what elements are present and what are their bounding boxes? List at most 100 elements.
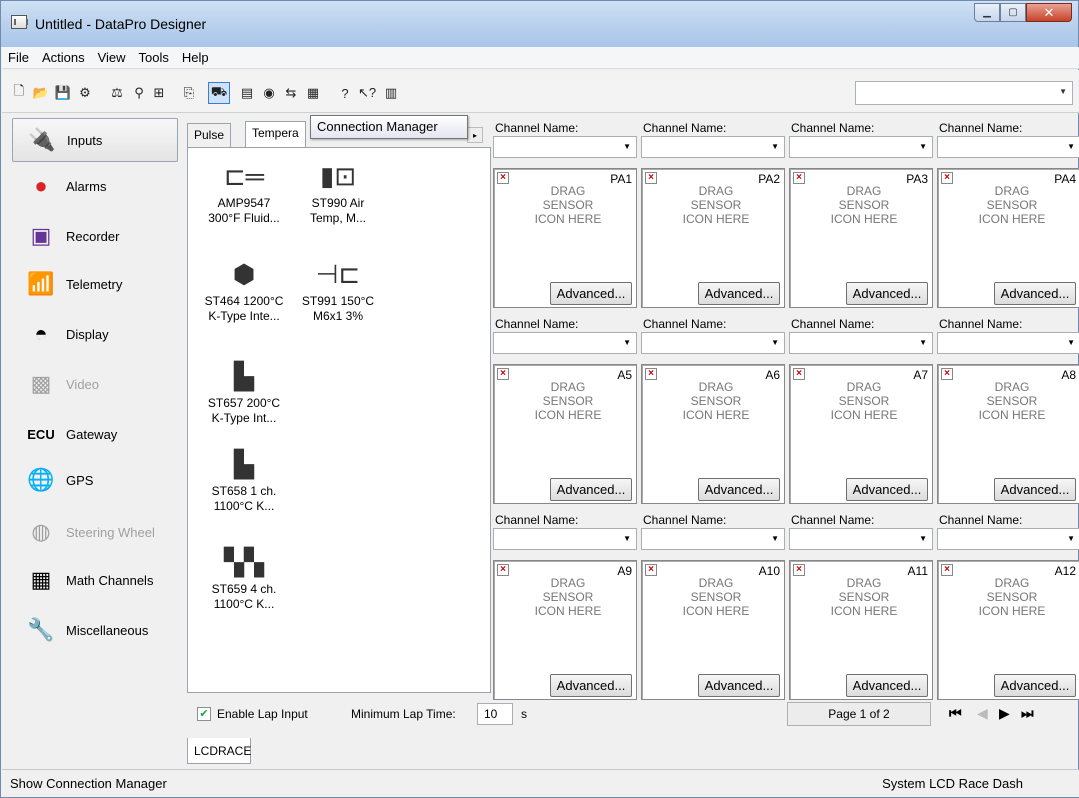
new-file-icon[interactable]: 🗋	[10, 83, 28, 102]
menu-view[interactable]: View	[98, 50, 126, 65]
sensor-drop-zone[interactable]: × A11 DRAG SENSOR ICON HERE Advanced...	[789, 560, 933, 700]
sensor-drop-zone[interactable]: × PA4 DRAG SENSOR ICON HERE Advanced...	[937, 168, 1079, 308]
remove-icon[interactable]: ×	[793, 368, 805, 380]
remove-icon[interactable]: ×	[497, 172, 509, 184]
channel-name-dropdown[interactable]	[937, 332, 1079, 354]
channel-name-dropdown[interactable]	[641, 528, 785, 550]
sidebar-item-miscellaneous[interactable]: 🔧 Miscellaneous	[12, 608, 178, 652]
sensor-item[interactable]: ⊣⊏ ST991 150°C M6x1 3%	[284, 254, 392, 324]
menu-actions[interactable]: Actions	[42, 50, 85, 65]
sensor-drop-zone[interactable]: × PA2 DRAG SENSOR ICON HERE Advanced...	[641, 168, 785, 308]
remove-icon[interactable]: ×	[497, 564, 509, 576]
network-icon[interactable]: ⊞	[150, 84, 168, 102]
advanced-button[interactable]: Advanced...	[550, 282, 632, 305]
sidebar-item-telemetry[interactable]: 📶 Telemetry	[12, 262, 178, 306]
properties-icon[interactable]: ⚙	[76, 84, 94, 102]
maximize-button[interactable]: ▢	[1000, 3, 1026, 22]
sensor-drop-zone[interactable]: × A10 DRAG SENSOR ICON HERE Advanced...	[641, 560, 785, 700]
pinout-icon[interactable]: ▥	[382, 84, 400, 102]
sidebar-item-gateway[interactable]: ECU Gateway	[12, 412, 178, 456]
channel-name-dropdown[interactable]	[493, 332, 637, 354]
tab-pulse[interactable]: Pulse	[187, 123, 232, 147]
sensor-drop-zone[interactable]: × A12 DRAG SENSOR ICON HERE Advanced...	[937, 560, 1079, 700]
remove-icon[interactable]: ×	[793, 172, 805, 184]
sidebar-item-alarms[interactable]: ● Alarms	[12, 164, 178, 208]
tab-scroll-right-icon[interactable]: ▸	[467, 127, 483, 143]
ecu-icon[interactable]: ▦	[304, 84, 322, 102]
advanced-button[interactable]: Advanced...	[994, 674, 1076, 697]
context-help-icon[interactable]: ↖?	[358, 84, 376, 102]
sidebar-item-inputs[interactable]: 🔌 Inputs	[12, 118, 178, 162]
channels-icon[interactable]: ⚖	[108, 84, 126, 102]
remove-icon[interactable]: ×	[645, 564, 657, 576]
channel-name-dropdown[interactable]	[641, 136, 785, 158]
first-page-icon[interactable]: ⏮	[949, 705, 962, 722]
tab-lcdrace[interactable]: LCDRACE	[187, 738, 251, 764]
menu-help[interactable]: Help	[182, 50, 209, 65]
minimize-button[interactable]: ▁	[974, 3, 1000, 22]
sensor-drop-zone[interactable]: × A5 DRAG SENSOR ICON HERE Advanced...	[493, 364, 637, 504]
sensor-drop-zone[interactable]: × PA3 DRAG SENSOR ICON HERE Advanced...	[789, 168, 933, 308]
remove-icon[interactable]: ×	[645, 368, 657, 380]
advanced-button[interactable]: Advanced...	[846, 674, 928, 697]
advanced-button[interactable]: Advanced...	[698, 282, 780, 305]
advanced-button[interactable]: Advanced...	[846, 282, 928, 305]
remove-icon[interactable]: ×	[793, 564, 805, 576]
sensor-item[interactable]: ⬢ ST464 1200°C K-Type Inte...	[190, 254, 298, 324]
settings-sheet-icon[interactable]: ⎘	[180, 84, 198, 102]
sidebar-item-recorder[interactable]: ▣ Recorder	[12, 214, 178, 258]
advanced-button[interactable]: Advanced...	[698, 674, 780, 697]
min-lap-time-input[interactable]: 10	[477, 703, 513, 725]
advanced-button[interactable]: Advanced...	[550, 478, 632, 501]
remove-icon[interactable]: ×	[941, 564, 953, 576]
open-folder-icon[interactable]: 📂	[32, 84, 50, 102]
sensor-icon[interactable]: ⚲	[130, 84, 148, 102]
sidebar-item-gps[interactable]: 🌐 GPS	[12, 458, 178, 502]
remove-icon[interactable]: ×	[497, 368, 509, 380]
sensor-item[interactable]: ⊏═ AMP9547 300°F Fluid...	[190, 156, 298, 226]
toolbar-dropdown[interactable]	[855, 81, 1073, 105]
sensor-drop-zone[interactable]: × A7 DRAG SENSOR ICON HERE Advanced...	[789, 364, 933, 504]
tab-temperature[interactable]: Tempera	[245, 121, 306, 147]
defaults-icon[interactable]: ◉	[260, 84, 278, 102]
menu-tools[interactable]: Tools	[139, 50, 169, 65]
save-icon[interactable]: 💾	[54, 84, 72, 102]
channel-name-dropdown[interactable]	[937, 528, 1079, 550]
advanced-button[interactable]: Advanced...	[846, 478, 928, 501]
sensor-item[interactable]: ▙ ST658 1 ch. 1100°C K...	[190, 444, 298, 514]
sensor-drop-zone[interactable]: × A6 DRAG SENSOR ICON HERE Advanced...	[641, 364, 785, 504]
sidebar-item-display[interactable]: ◓ Display	[12, 312, 178, 356]
report-icon[interactable]: ▤	[238, 84, 256, 102]
enable-lap-checkbox[interactable]: ✔	[197, 707, 211, 721]
advanced-button[interactable]: Advanced...	[994, 282, 1076, 305]
channel-name-dropdown[interactable]	[493, 528, 637, 550]
help-icon[interactable]: ?	[336, 84, 354, 102]
sensor-drop-zone[interactable]: × A9 DRAG SENSOR ICON HERE Advanced...	[493, 560, 637, 700]
channel-name-dropdown[interactable]	[789, 332, 933, 354]
remove-icon[interactable]: ×	[645, 172, 657, 184]
channel-name-dropdown[interactable]	[641, 332, 785, 354]
sensor-drop-zone[interactable]: × A8 DRAG SENSOR ICON HERE Advanced...	[937, 364, 1079, 504]
remove-icon[interactable]: ×	[941, 172, 953, 184]
menu-file[interactable]: File	[8, 50, 29, 65]
channel-name-dropdown[interactable]	[789, 136, 933, 158]
sidebar-item-video[interactable]: ▩ Video	[12, 362, 178, 406]
channel-name-dropdown[interactable]	[937, 136, 1079, 158]
sensor-drop-zone[interactable]: × PA1 DRAG SENSOR ICON HERE Advanced...	[493, 168, 637, 308]
sensor-item[interactable]: ▙ ST657 200°C K-Type Int...	[190, 356, 298, 426]
sensor-item[interactable]: ▮⊡ ST990 Air Temp, M...	[284, 156, 392, 226]
channel-name-dropdown[interactable]	[493, 136, 637, 158]
close-button[interactable]: ✕	[1026, 3, 1072, 22]
remove-icon[interactable]: ×	[941, 368, 953, 380]
sidebar-item-steering-wheel[interactable]: ◍ Steering Wheel	[12, 510, 178, 554]
prev-page-icon[interactable]: ◀	[977, 705, 988, 722]
connection-manager-icon[interactable]: ⛟	[208, 82, 230, 104]
advanced-button[interactable]: Advanced...	[550, 674, 632, 697]
sidebar-item-math-channels[interactable]: ▦ Math Channels	[12, 558, 178, 602]
last-page-icon[interactable]: ⏭	[1021, 705, 1034, 722]
sensor-item[interactable]: ▚▚ ST659 4 ch. 1100°C K...	[190, 542, 298, 612]
advanced-button[interactable]: Advanced...	[994, 478, 1076, 501]
advanced-button[interactable]: Advanced...	[698, 478, 780, 501]
next-page-icon[interactable]: ▶	[999, 705, 1010, 722]
transfer-icon[interactable]: ⇆	[282, 84, 300, 102]
